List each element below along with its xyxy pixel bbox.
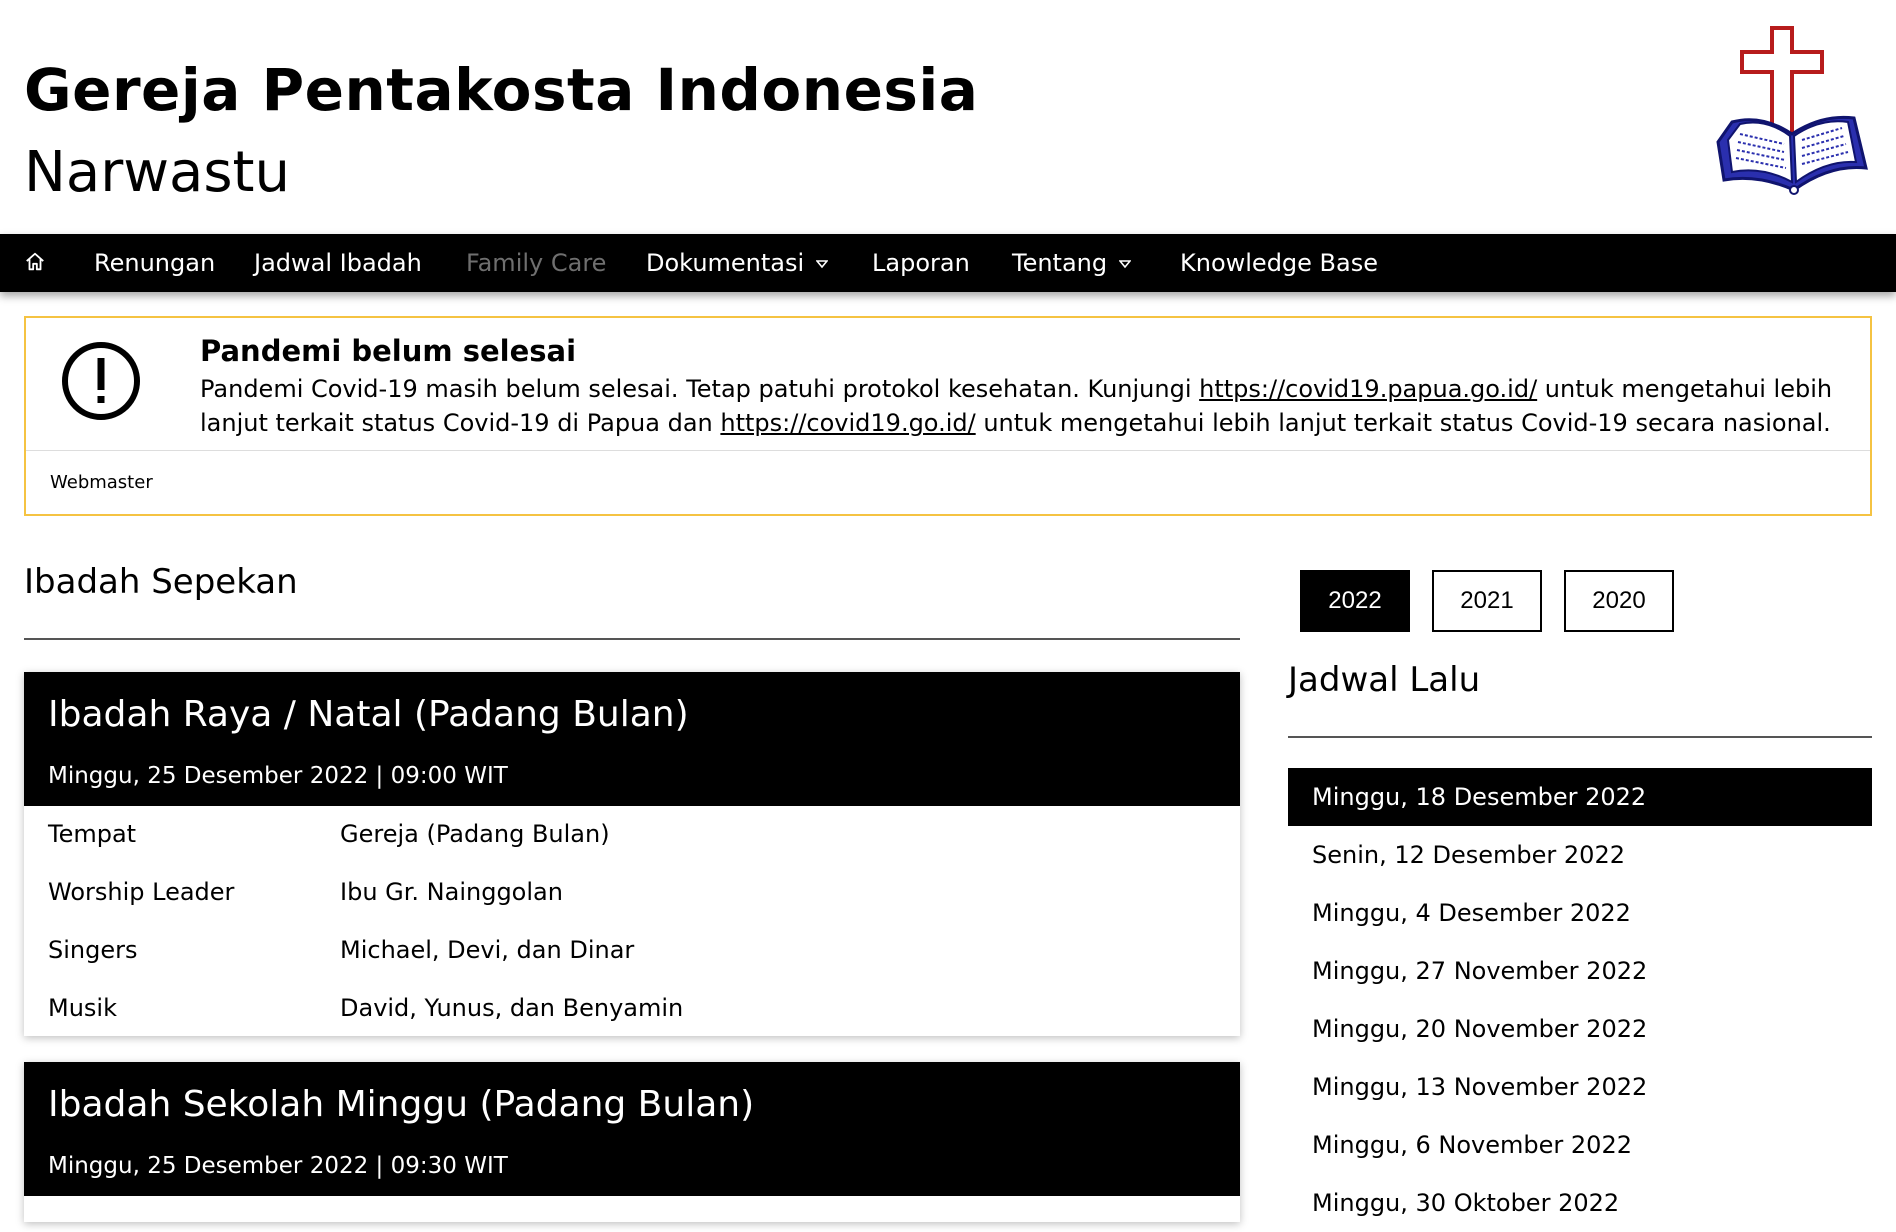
nav-tentang[interactable]: Tentang xyxy=(1012,234,1132,292)
exclamation-circle-icon xyxy=(62,342,140,420)
detail-key: Musik xyxy=(48,994,117,1022)
service-title: Ibadah Raya / Natal (Padang Bulan) xyxy=(48,694,689,735)
nav-family-care[interactable]: Family Care xyxy=(466,234,606,292)
year-2020-button[interactable]: 2020 xyxy=(1564,570,1674,632)
year-2021-button[interactable]: 2021 xyxy=(1432,570,1542,632)
nav-knowledge-base[interactable]: Knowledge Base xyxy=(1180,234,1378,292)
detail-value: Ibu Gr. Nainggolan xyxy=(340,878,563,906)
nav-home-link[interactable] xyxy=(24,234,46,292)
past-schedule-item[interactable]: Minggu, 4 Desember 2022 xyxy=(1288,884,1872,942)
service-card-header: Ibadah Sekolah Minggu (Padang Bulan) Min… xyxy=(24,1062,1240,1196)
service-card: Ibadah Raya / Natal (Padang Bulan) Mingg… xyxy=(24,672,1240,1036)
service-detail-row: Tempat Gereja (Padang Bulan) xyxy=(24,806,1240,864)
detail-value: Michael, Devi, dan Dinar xyxy=(340,936,635,964)
nav-laporan[interactable]: Laporan xyxy=(872,234,970,292)
detail-value: Gereja (Padang Bulan) xyxy=(340,820,610,848)
church-logo-icon[interactable] xyxy=(1710,22,1874,212)
main-navbar: Renungan Jadwal Ibadah Family Care Dokum… xyxy=(0,234,1896,292)
alert-text-1: Pandemi Covid-19 masih belum selesai. Te… xyxy=(200,375,1200,403)
detail-key: Tempat xyxy=(48,820,137,848)
year-2022-button[interactable]: 2022 xyxy=(1300,570,1410,632)
past-schedule-item[interactable]: Minggu, 18 Desember 2022 xyxy=(1288,768,1872,826)
alert-body: Pandemi Covid-19 masih belum selesai. Te… xyxy=(200,372,1850,440)
section-divider xyxy=(24,638,1240,640)
service-datetime: Minggu, 25 Desember 2022 | 09:00 WIT xyxy=(48,763,508,789)
detail-key: Singers xyxy=(48,936,138,964)
site-header: Gereja Pentakosta Indonesia Narwastu xyxy=(0,0,1896,234)
past-schedule-item[interactable]: Minggu, 20 November 2022 xyxy=(1288,1000,1872,1058)
nav-dokumentasi-label: Dokumentasi xyxy=(646,249,805,277)
service-detail-row: Singers Michael, Devi, dan Dinar xyxy=(24,922,1240,980)
covid-national-link[interactable]: https://covid19.go.id/ xyxy=(720,409,975,437)
nav-tentang-label: Tentang xyxy=(1012,249,1108,277)
alert-author: Webmaster xyxy=(50,472,153,493)
weekly-section-title: Ibadah Sepekan xyxy=(24,562,298,602)
service-detail-row: Musik David, Yunus, dan Benyamin xyxy=(24,980,1240,1038)
nav-renungan[interactable]: Renungan xyxy=(94,234,215,292)
past-schedule-item[interactable]: Senin, 12 Desember 2022 xyxy=(1288,826,1872,884)
nav-dokumentasi[interactable]: Dokumentasi xyxy=(646,234,829,292)
past-schedule-item[interactable]: Minggu, 13 November 2022 xyxy=(1288,1058,1872,1116)
alert-divider xyxy=(26,450,1870,451)
past-schedule-item[interactable]: Minggu, 27 November 2022 xyxy=(1288,942,1872,1000)
site-subtitle: Narwastu xyxy=(24,140,290,205)
past-schedule-title: Jadwal Lalu xyxy=(1288,660,1481,700)
past-schedule-item[interactable]: Minggu, 30 Oktober 2022 xyxy=(1288,1174,1872,1232)
alert-text-3: untuk mengetahui lebih lanjut terkait st… xyxy=(975,409,1831,437)
nav-jadwal-ibadah[interactable]: Jadwal Ibadah xyxy=(254,234,422,292)
service-datetime: Minggu, 25 Desember 2022 | 09:30 WIT xyxy=(48,1153,508,1179)
detail-value: David, Yunus, dan Benyamin xyxy=(340,994,684,1022)
alert-title: Pandemi belum selesai xyxy=(200,334,577,368)
covid-papua-link[interactable]: https://covid19.papua.go.id/ xyxy=(1199,375,1537,403)
chevron-down-icon xyxy=(1119,260,1132,269)
service-card-header: Ibadah Raya / Natal (Padang Bulan) Mingg… xyxy=(24,672,1240,806)
past-schedule-list: Minggu, 18 Desember 2022 Senin, 12 Desem… xyxy=(1288,768,1872,1232)
service-title: Ibadah Sekolah Minggu (Padang Bulan) xyxy=(48,1084,755,1125)
past-schedule-item[interactable]: Minggu, 6 November 2022 xyxy=(1288,1116,1872,1174)
home-icon xyxy=(26,252,44,271)
detail-key: Worship Leader xyxy=(48,878,235,906)
site-title[interactable]: Gereja Pentakosta Indonesia xyxy=(24,56,978,124)
service-detail-row: Worship Leader Ibu Gr. Nainggolan xyxy=(24,864,1240,922)
chevron-down-icon xyxy=(816,260,829,269)
pandemic-alert: Pandemi belum selesai Pandemi Covid-19 m… xyxy=(24,316,1872,516)
sidebar-divider xyxy=(1288,736,1872,738)
service-card: Ibadah Sekolah Minggu (Padang Bulan) Min… xyxy=(24,1062,1240,1222)
